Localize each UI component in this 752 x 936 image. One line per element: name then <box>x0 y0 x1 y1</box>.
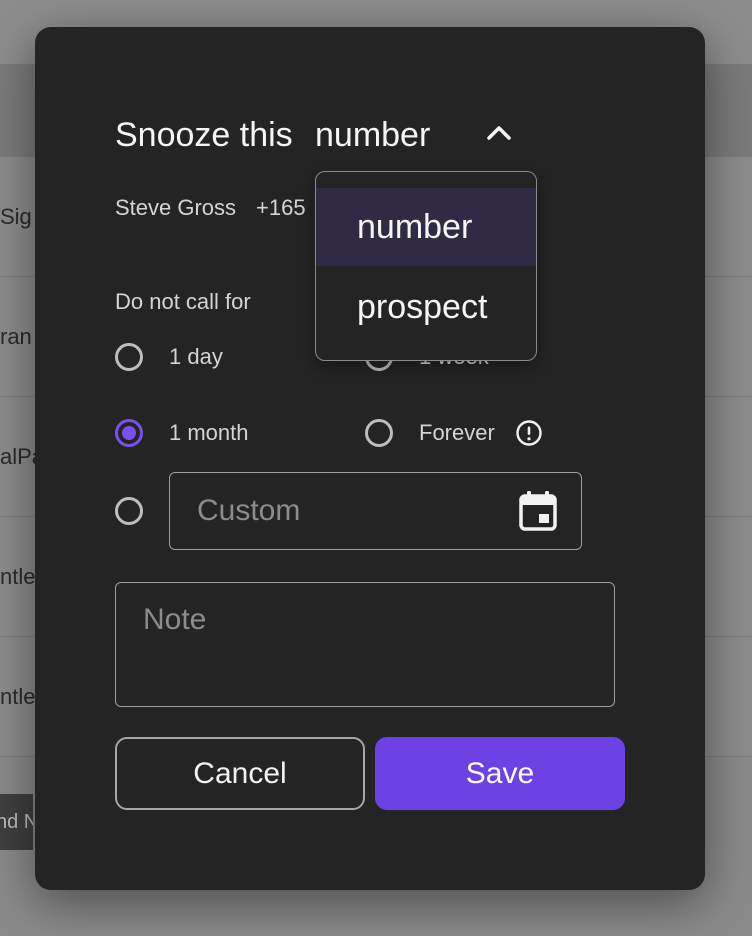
radio-1-day[interactable] <box>115 343 143 371</box>
background-row-text: ran <box>0 323 32 349</box>
radio-1-month[interactable] <box>115 419 143 447</box>
option-label: 1 day <box>169 344 223 369</box>
option-1-month[interactable]: 1 month <box>115 419 249 447</box>
background-row-text: ntle <box>0 563 36 589</box>
snooze-modal: Snooze this number Steve Gross +165 Do no… <box>35 27 705 890</box>
note-field[interactable] <box>115 582 615 707</box>
radio-forever[interactable] <box>365 419 393 447</box>
background-row-text: Sig <box>0 203 32 229</box>
background-row-text: ntle <box>0 683 36 709</box>
background-pill: nd N <box>0 794 33 850</box>
option-label: 1 month <box>169 420 249 445</box>
snooze-target-dropdown: number prospect <box>315 171 537 361</box>
modal-title: Snooze this <box>115 115 293 154</box>
dropdown-option-prospect[interactable]: prospect <box>316 268 536 346</box>
option-label: Forever <box>419 420 495 445</box>
save-button[interactable]: Save <box>375 737 625 810</box>
option-forever[interactable]: Forever <box>365 419 543 447</box>
custom-date-input[interactable] <box>170 473 517 549</box>
custom-date-field[interactable] <box>169 472 582 550</box>
contact-phone: +165 <box>256 195 306 220</box>
contact-info: Steve Gross +165 <box>115 195 326 221</box>
contact-name: Steve Gross <box>115 195 237 220</box>
snooze-target-select[interactable]: number <box>315 115 511 155</box>
option-1-day[interactable]: 1 day <box>115 343 223 371</box>
note-input[interactable] <box>116 583 614 706</box>
option-custom[interactable] <box>115 497 143 525</box>
info-icon[interactable] <box>515 419 543 447</box>
cancel-button[interactable]: Cancel <box>115 737 365 810</box>
radio-custom[interactable] <box>115 497 143 525</box>
snooze-target-value: number <box>315 115 431 154</box>
dropdown-option-number[interactable]: number <box>316 188 536 266</box>
chevron-up-icon <box>487 126 511 140</box>
calendar-icon[interactable] <box>519 491 557 531</box>
modal-title-row: Snooze this <box>115 115 293 155</box>
duration-label: Do not call for <box>115 289 251 314</box>
